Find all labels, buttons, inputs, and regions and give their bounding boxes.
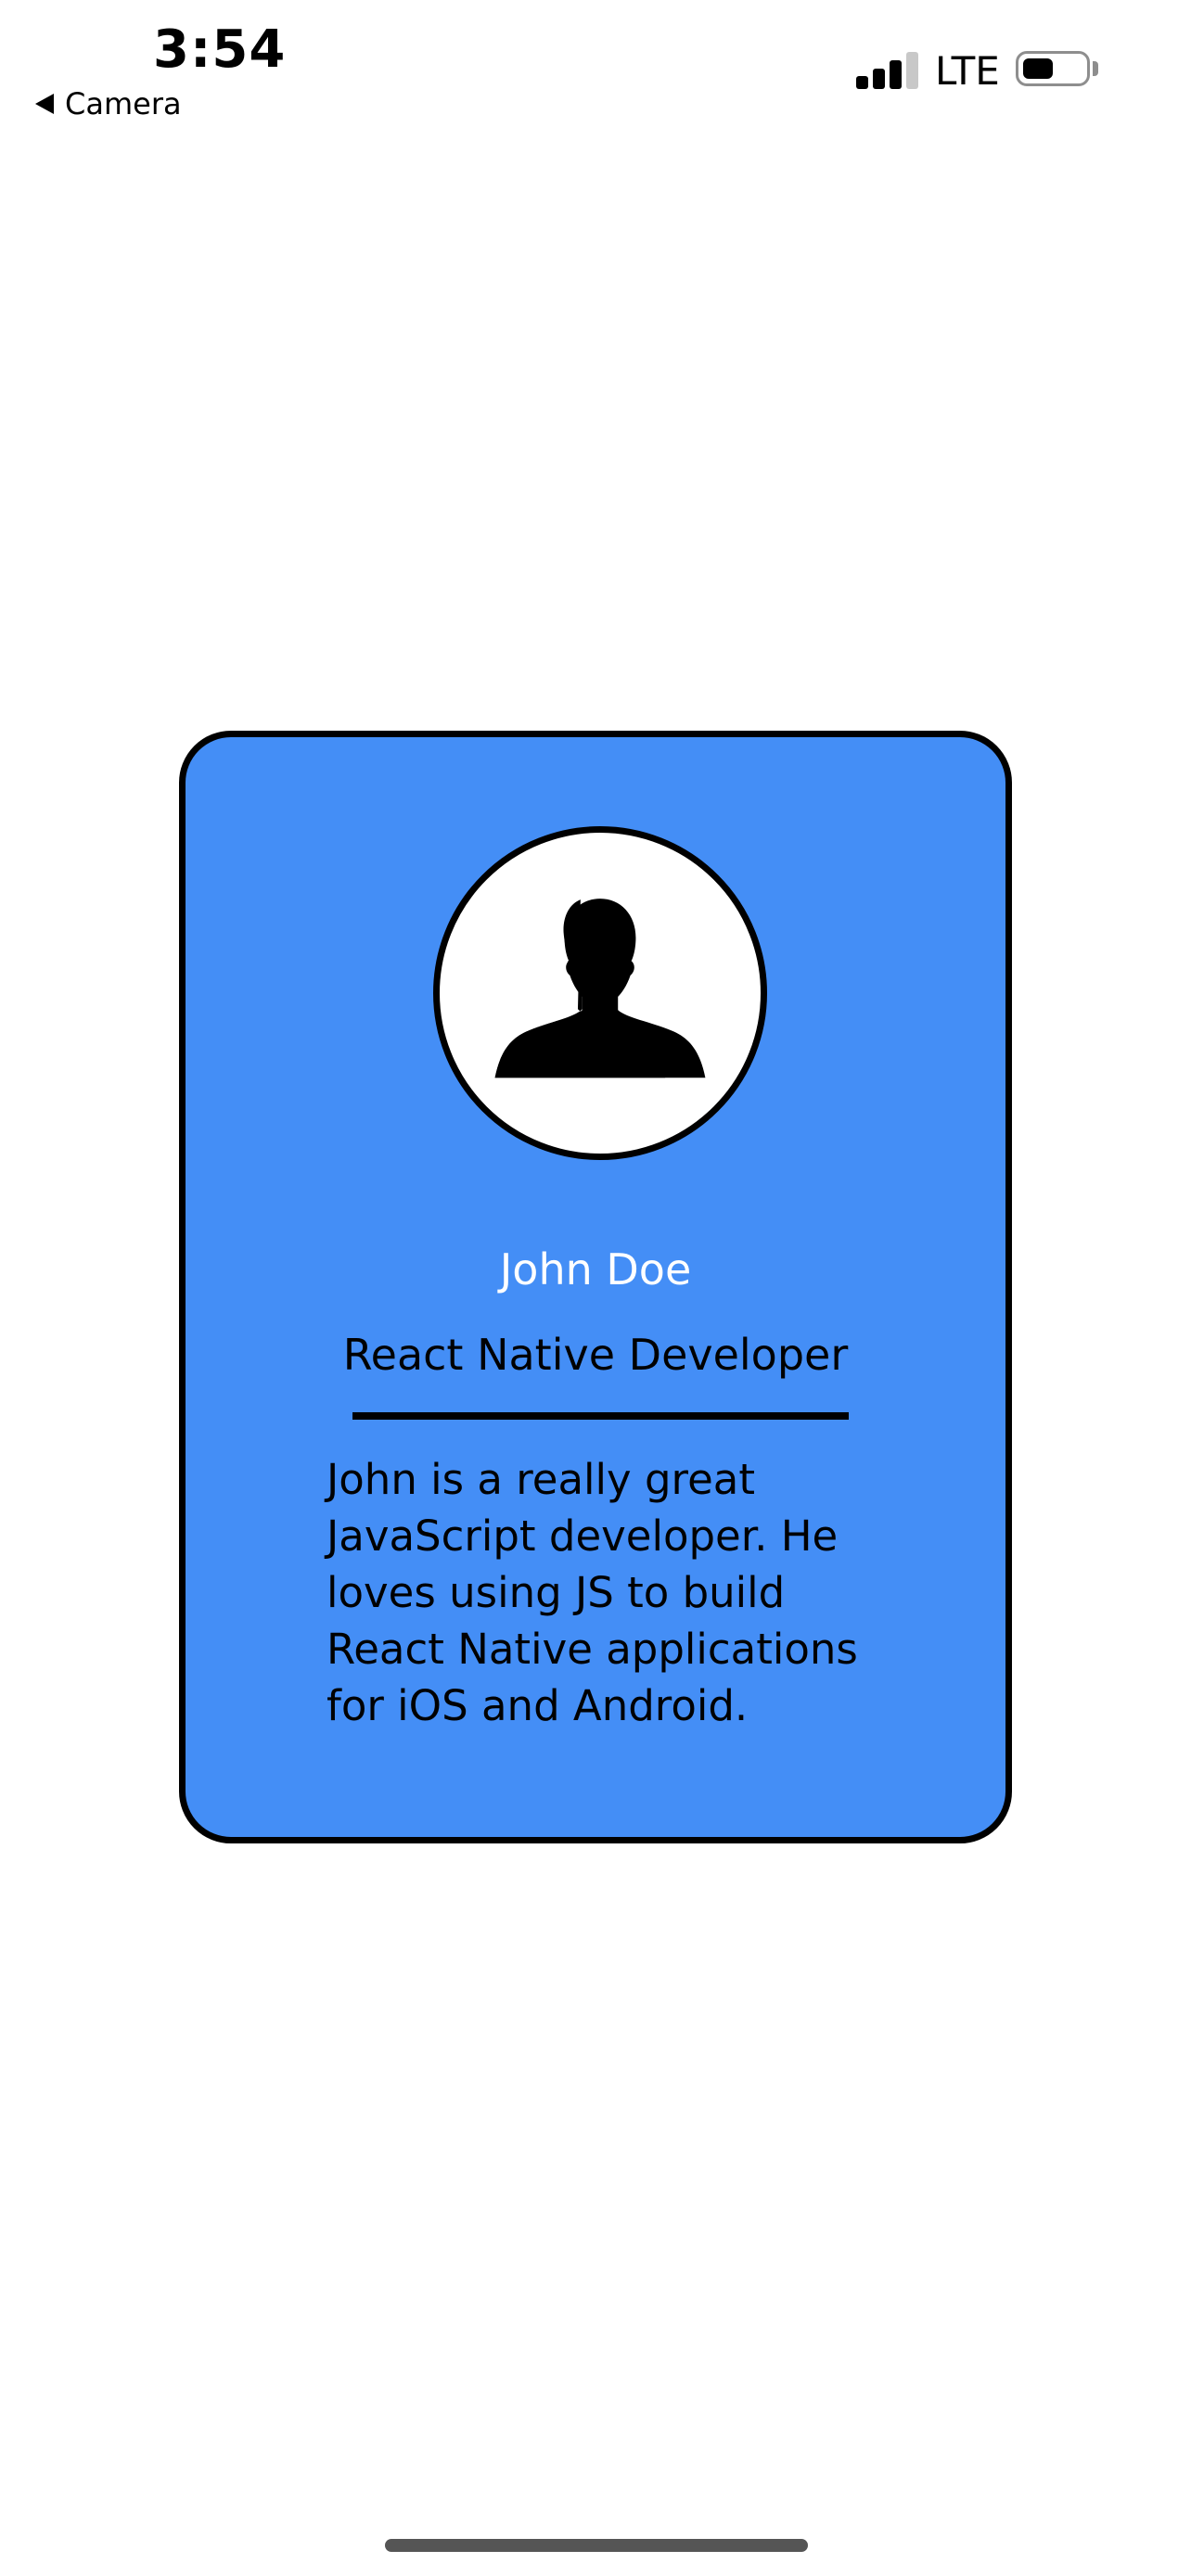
- avatar: [433, 826, 767, 1160]
- battery-cap: [1093, 61, 1098, 76]
- home-indicator[interactable]: [385, 2539, 808, 2552]
- cellular-signal-icon: [856, 50, 919, 89]
- status-time: 3:54: [153, 19, 287, 80]
- battery-icon: [1016, 51, 1090, 86]
- back-label: Camera: [65, 86, 182, 121]
- signal-bar: [890, 60, 902, 89]
- profile-name: John Doe: [499, 1244, 692, 1294]
- profile-role: React Native Developer: [342, 1330, 849, 1380]
- network-type: LTE: [935, 48, 1000, 94]
- back-to-camera-button[interactable]: Camera: [35, 83, 182, 124]
- signal-bar: [873, 69, 885, 89]
- user-silhouette-icon: [494, 899, 706, 1078]
- profile-card: John Doe React Native Developer John is …: [179, 731, 1012, 1843]
- divider: [352, 1412, 849, 1420]
- signal-bar: [906, 52, 918, 89]
- battery-level: [1023, 58, 1053, 79]
- profile-bio: John is a really great JavaScript develo…: [327, 1455, 858, 1730]
- back-arrow-icon: [35, 94, 54, 114]
- signal-bar: [856, 76, 868, 89]
